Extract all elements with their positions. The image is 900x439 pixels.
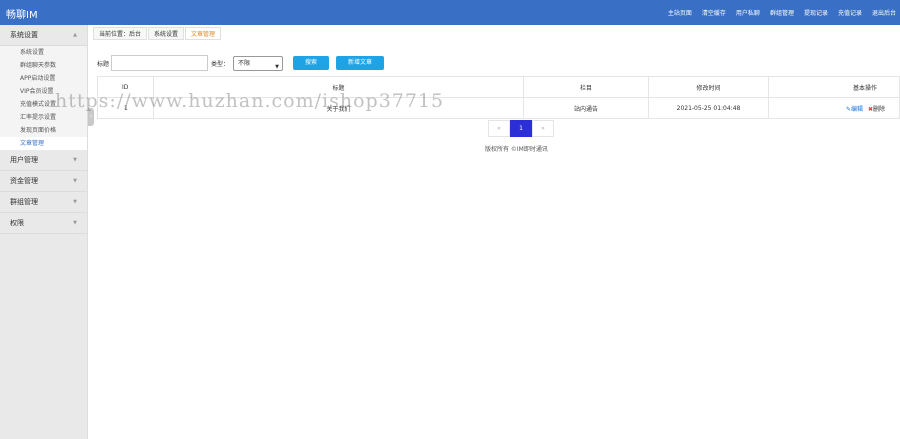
topnav-clear-cache[interactable]: 清空缓存 <box>702 8 726 17</box>
app-logo[interactable]: 畅聊IM <box>6 6 38 21</box>
sidebar-group-system-settings[interactable]: 系统设置 ▲ <box>0 25 87 46</box>
edit-link[interactable]: ✎编辑 <box>846 106 863 113</box>
col-modified: 修改时间 <box>648 76 769 98</box>
title-label: 标题 <box>97 60 110 68</box>
breadcrumb-system-settings[interactable]: 系统设置 <box>148 27 185 40</box>
sidebar-item-discover-price[interactable]: 发现页面价格 <box>0 124 87 137</box>
type-label: 类型： <box>211 60 230 68</box>
chevron-down-icon: ▼ <box>275 63 280 70</box>
sidebar-group-label: 系统设置 <box>10 31 38 39</box>
topnav-user-chat[interactable]: 用户私聊 <box>736 8 760 17</box>
sidebar-group-label: 资金管理 <box>10 177 38 185</box>
page-1-button[interactable]: 1 <box>510 120 532 137</box>
topnav-logout[interactable]: 退出后台 <box>872 8 896 17</box>
prev-page-button[interactable]: « <box>488 120 510 137</box>
sidebar-item-system-settings[interactable]: 系统设置 <box>0 46 87 59</box>
breadcrumb-home[interactable]: 当前位置：后台 <box>93 27 148 40</box>
chevron-down-icon: ▼ <box>73 199 77 205</box>
copyright-text: 版权所有 ©IM即时通讯 <box>485 146 548 153</box>
search-bar: 标题 类型： 不限 ▼ 搜索 新增文章 <box>97 55 385 71</box>
add-article-button[interactable]: 新增文章 <box>336 56 385 70</box>
pagination: « 1 » <box>488 120 554 137</box>
watermark-text: https://www.huzhan.com/ishop37715 <box>55 90 445 112</box>
topnav-group-manage[interactable]: 群组管理 <box>770 8 794 17</box>
delete-link[interactable]: ✖删除 <box>868 106 885 113</box>
sidebar-item-app-launch[interactable]: APP启动设置 <box>0 72 87 85</box>
sidebar-item-group-chat-params[interactable]: 群组聊天参数 <box>0 59 87 72</box>
sidebar-group-label: 群组管理 <box>10 198 38 206</box>
sidebar-group-groups[interactable]: 群组管理 ▼ <box>0 192 87 213</box>
sidebar-item-articles[interactable]: 文章管理 <box>0 137 87 150</box>
sidebar-group-permissions[interactable]: 权限 ▼ <box>0 213 87 234</box>
cell-modified: 2021-05-25 01:04:48 <box>648 97 769 119</box>
type-select-value: 不限 <box>238 59 251 67</box>
chevron-up-icon: ▲ <box>73 32 77 38</box>
sidebar-group-label: 权限 <box>10 219 24 227</box>
topnav-recharge-records[interactable]: 充值记录 <box>838 8 862 17</box>
topnav-withdraw-records[interactable]: 提现记录 <box>804 8 828 17</box>
next-page-button[interactable]: » <box>532 120 554 137</box>
title-search-input[interactable] <box>111 55 209 71</box>
breadcrumb-current[interactable]: 文章管理 <box>185 27 222 40</box>
top-bar: 畅聊IM 主站页面 清空缓存 用户私聊 群组管理 提现记录 充值记录 退出后台 <box>0 0 900 25</box>
breadcrumb: 当前位置：后台 系统设置 文章管理 <box>93 27 222 40</box>
col-column: 栏目 <box>523 76 649 98</box>
sidebar: 系统设置 ▲ 系统设置 群组聊天参数 APP启动设置 VIP会员设置 充值模式设… <box>0 25 88 439</box>
sidebar-item-exchange-rate[interactable]: 汇率提示设置 <box>0 111 87 124</box>
chevron-down-icon: ▼ <box>73 178 77 184</box>
top-nav: 主站页面 清空缓存 用户私聊 群组管理 提现记录 充值记录 退出后台 <box>658 0 896 25</box>
edit-label: 编辑 <box>851 105 864 113</box>
cell-column: 站内通告 <box>523 97 649 119</box>
search-button[interactable]: 搜索 <box>293 56 330 70</box>
chevron-down-icon: ▼ <box>73 157 77 163</box>
col-actions: 基本操作 <box>768 76 900 98</box>
sidebar-group-users[interactable]: 用户管理 ▼ <box>0 150 87 171</box>
sidebar-group-label: 用户管理 <box>10 156 38 164</box>
cell-actions: ✎编辑 ✖删除 <box>768 97 900 119</box>
sidebar-group-funds[interactable]: 资金管理 ▼ <box>0 171 87 192</box>
delete-label: 删除 <box>872 105 885 113</box>
chevron-down-icon: ▼ <box>73 220 77 226</box>
topnav-home[interactable]: 主站页面 <box>668 8 692 17</box>
type-select[interactable]: 不限 ▼ <box>233 55 284 71</box>
